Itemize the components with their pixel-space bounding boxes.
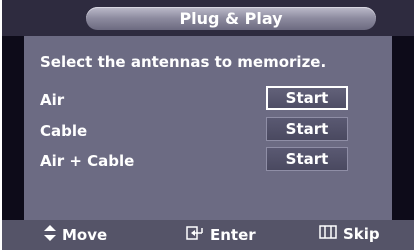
- tv-menu-screen: Plug & Play Select the antennas to memor…: [0, 0, 416, 250]
- enter-hint-label: Enter: [210, 226, 256, 244]
- start-button-cable[interactable]: Start: [266, 117, 348, 141]
- move-hint-label: Move: [62, 226, 108, 244]
- option-row-cable: Cable Start: [40, 117, 380, 145]
- enter-icon: [186, 225, 204, 245]
- instruction-text: Select the antennas to memorize.: [40, 53, 327, 71]
- skip-hint-label: Skip: [343, 225, 380, 243]
- skip-hint: Skip: [319, 225, 380, 243]
- title-bar: Plug & Play: [0, 0, 416, 36]
- enter-hint: Enter: [186, 225, 256, 245]
- left-edge: [0, 0, 2, 250]
- option-label-cable: Cable: [40, 122, 88, 140]
- menu-title: Plug & Play: [86, 7, 376, 30]
- move-hint: Move: [44, 225, 107, 245]
- menu-bars-icon: [319, 225, 337, 243]
- option-label-air-cable: Air + Cable: [40, 152, 135, 170]
- option-row-air-cable: Air + Cable Start: [40, 147, 380, 175]
- option-label-air: Air: [40, 91, 65, 109]
- menu-panel: Select the antennas to memorize. Air Sta…: [24, 36, 392, 220]
- start-button-air[interactable]: Start: [266, 86, 348, 110]
- option-row-air: Air Start: [40, 86, 380, 114]
- up-down-arrows-icon: [44, 225, 56, 245]
- footer-hints: Move Enter Skip: [0, 220, 416, 250]
- start-button-air-cable[interactable]: Start: [266, 147, 348, 171]
